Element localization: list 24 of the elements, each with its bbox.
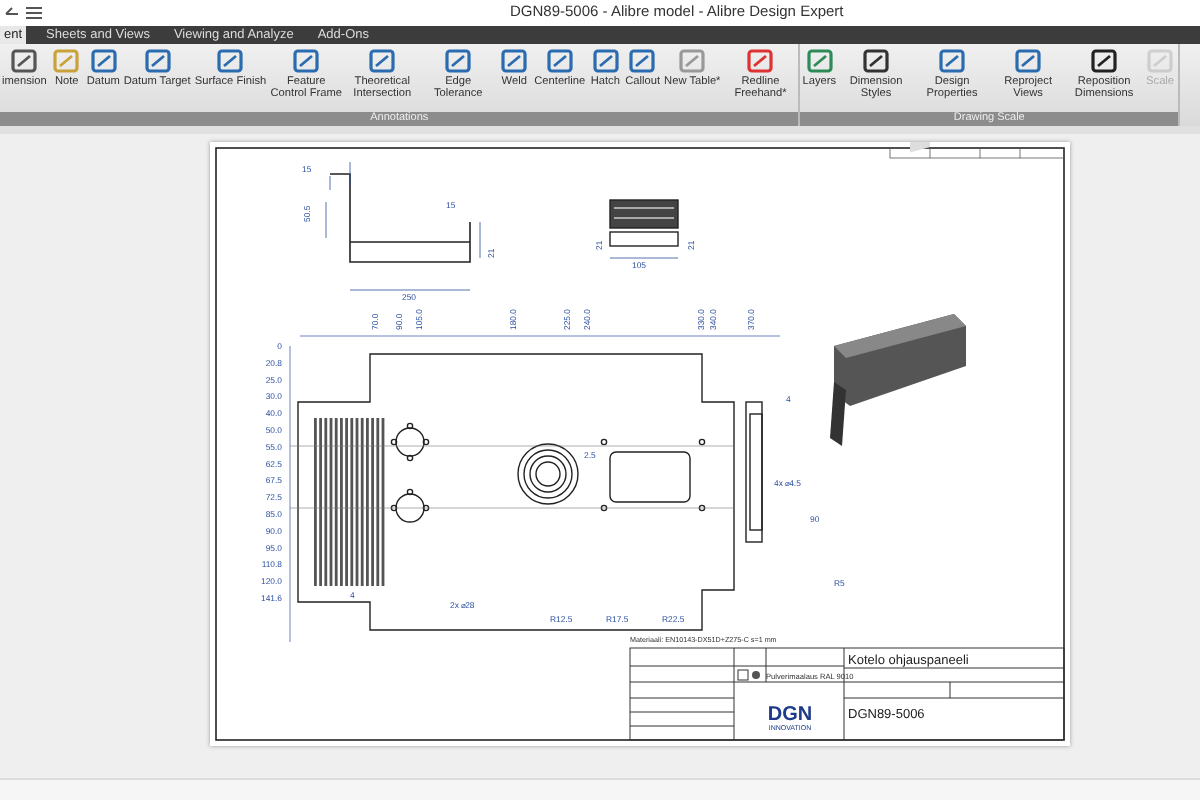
tool-icon <box>746 48 775 74</box>
tool-icon <box>52 48 81 74</box>
tool-icon <box>678 48 707 74</box>
company-logo: DGN <box>767 704 813 726</box>
tool-icon <box>805 48 834 74</box>
tool-icon <box>292 48 321 74</box>
tool-icon <box>444 48 473 74</box>
tool-icon <box>1090 48 1119 74</box>
end-view-drawing <box>609 199 679 259</box>
tool-icon <box>591 48 620 74</box>
tool-icon <box>500 48 529 74</box>
tool-icon <box>862 48 891 74</box>
tool-icon <box>216 48 245 74</box>
tool-icon <box>10 48 39 74</box>
tool-icon <box>1014 48 1043 74</box>
tool-icon <box>89 48 118 74</box>
tool-icon <box>628 48 657 74</box>
tool-icon <box>143 48 172 74</box>
menu-icon[interactable] <box>26 6 42 20</box>
tool-icon <box>545 48 574 74</box>
tool-icon <box>1146 48 1175 74</box>
tool-icon <box>938 48 967 74</box>
tool-icon <box>368 48 397 74</box>
finish-symbol-icon <box>737 669 760 681</box>
